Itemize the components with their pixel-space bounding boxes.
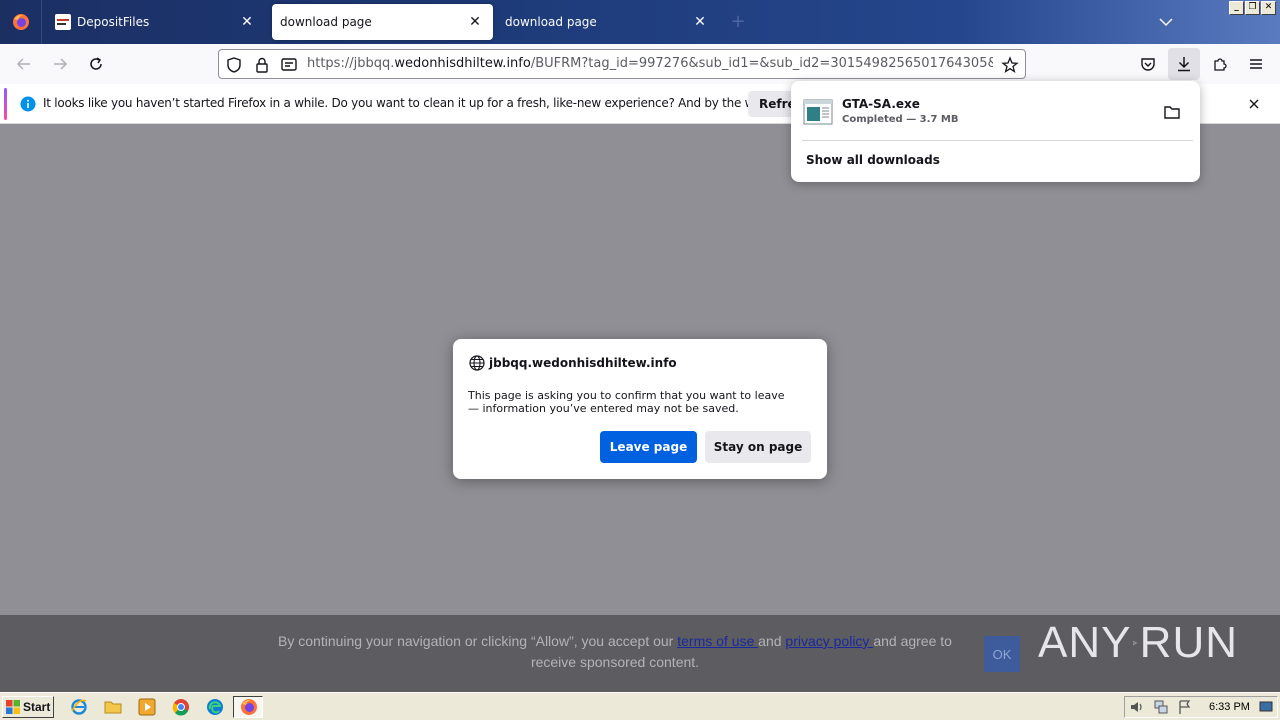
extensions-button[interactable] — [1208, 52, 1232, 76]
bookmark-star-icon[interactable] — [1001, 56, 1019, 74]
notification-accent-bar — [4, 88, 7, 120]
new-tab-button[interactable]: + — [728, 12, 748, 32]
windows-taskbar: Start 6:33 PM — [0, 692, 1280, 720]
start-label: Start — [23, 700, 51, 714]
consent-text-and: and — [758, 633, 786, 649]
downloads-button[interactable] — [1168, 48, 1200, 80]
tab-download-page[interactable]: download page ✕ — [497, 4, 718, 40]
play-triangle-icon — [1133, 640, 1138, 646]
tab-label: DepositFiles — [77, 15, 150, 29]
url-scheme: https://jbbqq. — [307, 56, 395, 71]
url-host: wedonhisdhiltew.info — [394, 56, 531, 71]
globe-icon — [469, 355, 485, 371]
privacy-policy-link[interactable]: privacy policy — [785, 633, 873, 649]
depositfiles-favicon-icon — [55, 14, 71, 30]
network-icon[interactable] — [1153, 699, 1169, 715]
permissions-icon[interactable] — [280, 56, 298, 74]
reload-button[interactable] — [84, 52, 108, 76]
internet-explorer-icon[interactable] — [70, 698, 88, 716]
show-all-downloads-button[interactable]: Show all downloads — [806, 153, 940, 167]
firefox-view-button[interactable] — [0, 0, 42, 44]
download-file-name[interactable]: GTA-SA.exe — [842, 97, 920, 111]
stay-on-page-button[interactable]: Stay on page — [705, 431, 811, 463]
chrome-icon[interactable] — [172, 698, 190, 716]
back-arrow-icon — [16, 58, 30, 70]
download-status: Completed — 3.7 MB — [842, 114, 959, 125]
taskbar-clock[interactable]: 6:33 PM — [1209, 701, 1250, 713]
close-notification-icon[interactable] — [1246, 96, 1262, 112]
minimize-button[interactable]: _ — [1229, 1, 1244, 15]
address-bar[interactable]: https://jbbqq.wedonhisdhiltew.info/BUFRM… — [218, 49, 1026, 79]
hamburger-menu-icon — [1250, 59, 1262, 69]
firefox-logo-icon — [12, 14, 29, 30]
window-controls: _ ❐ ✕ — [1229, 1, 1276, 15]
forward-button[interactable] — [48, 52, 72, 76]
action-center-flag-icon[interactable] — [1177, 699, 1193, 715]
file-explorer-folder-icon[interactable] — [104, 698, 122, 716]
consent-banner: By continuing your navigation or clickin… — [0, 615, 1280, 692]
start-button[interactable]: Start — [2, 696, 54, 718]
tracking-protection-shield-icon[interactable] — [225, 56, 243, 74]
terms-of-use-link[interactable]: terms of use — [677, 633, 758, 649]
anyrun-watermark: ANY RUN — [1038, 615, 1238, 671]
close-tab-icon[interactable]: ✕ — [467, 14, 483, 30]
tab-download-page-active[interactable]: download page ✕ — [272, 4, 493, 40]
consent-ok-button[interactable]: OK — [984, 636, 1020, 672]
close-tab-icon[interactable]: ✕ — [239, 14, 255, 30]
close-window-button[interactable]: ✕ — [1261, 1, 1276, 15]
forward-arrow-icon — [54, 58, 68, 70]
pocket-button[interactable] — [1136, 52, 1160, 76]
edge-icon[interactable] — [206, 698, 224, 716]
url-text[interactable]: https://jbbqq.wedonhisdhiltew.info/BUFRM… — [307, 56, 993, 74]
firefox-icon — [241, 699, 257, 715]
tab-label: download page — [280, 15, 372, 29]
media-player-icon[interactable] — [138, 698, 156, 716]
windows-logo-icon — [6, 700, 20, 714]
app-menu-button[interactable] — [1244, 52, 1268, 76]
notification-message: It looks like you haven’t started Firefo… — [43, 96, 863, 110]
reload-icon — [90, 57, 102, 70]
tab-label: download page — [505, 15, 597, 29]
info-icon — [20, 96, 36, 112]
dialog-origin: jbbqq.wedonhisdhiltew.info — [489, 356, 677, 370]
taskbar-firefox-button[interactable] — [233, 696, 263, 718]
restore-button[interactable]: ❐ — [1245, 1, 1260, 15]
volume-icon[interactable] — [1129, 699, 1145, 715]
downloads-panel: GTA-SA.exe Completed — 3.7 MB Show all d… — [791, 81, 1200, 182]
puzzle-piece-icon — [1214, 58, 1227, 71]
tab-depositfiles[interactable]: DepositFiles ✕ — [47, 4, 265, 40]
list-all-tabs-chevron-icon[interactable] — [1156, 14, 1176, 30]
leave-page-button[interactable]: Leave page — [600, 431, 697, 463]
executable-file-icon — [803, 99, 833, 125]
download-arrow-icon — [1178, 57, 1190, 72]
navigation-toolbar: https://jbbqq.wedonhisdhiltew.info/BUFRM… — [0, 44, 1280, 84]
divider — [802, 140, 1193, 141]
pocket-icon — [1141, 58, 1155, 71]
watermark-text-run: RUN — [1139, 618, 1238, 667]
show-desktop-icon[interactable] — [1259, 700, 1273, 714]
back-button[interactable] — [12, 52, 36, 76]
open-folder-icon[interactable] — [1163, 103, 1181, 121]
consent-message: By continuing your navigation or clickin… — [270, 631, 960, 673]
tab-strip: DepositFiles ✕ download page ✕ download … — [0, 0, 1280, 44]
consent-text-start: By continuing your navigation or clickin… — [278, 633, 678, 649]
watermark-text-any: ANY — [1038, 618, 1132, 667]
dialog-message: This page is asking you to confirm that … — [468, 389, 785, 415]
close-tab-icon[interactable]: ✕ — [692, 14, 708, 30]
leave-page-dialog: jbbqq.wedonhisdhiltew.info This page is … — [453, 339, 827, 479]
system-tray — [1124, 696, 1278, 718]
lock-icon[interactable] — [253, 56, 271, 74]
url-path: /BUFRM?tag_id=997276&sub_id1=&sub_id2=30… — [530, 56, 993, 71]
